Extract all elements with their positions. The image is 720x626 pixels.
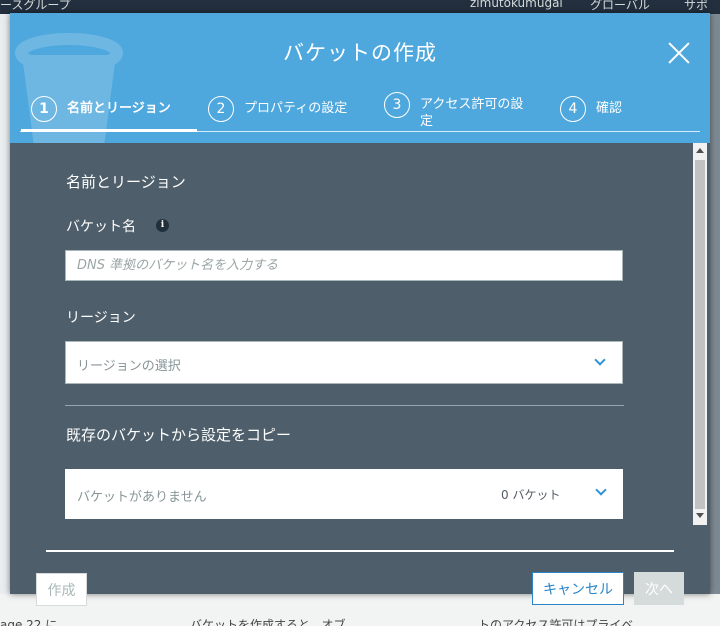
bucket-name-input[interactable] <box>65 250 623 281</box>
close-icon[interactable] <box>666 40 692 66</box>
background-user-menu: zimutokumugai <box>470 0 563 10</box>
step-review[interactable]: 4 確認 <box>560 96 622 122</box>
section-title-name-region: 名前とリージョン <box>66 173 186 191</box>
background-region-menu: グローバル <box>590 0 650 12</box>
bucket-count: 0 バケット <box>501 488 561 502</box>
step-label: アクセス許可の設 定 <box>420 96 523 130</box>
active-step-indicator <box>21 129 197 132</box>
step-label-line1: アクセス許可の設 <box>420 97 524 112</box>
step-number: 3 <box>384 92 410 118</box>
create-bucket-dialog: バケットの作成 1 名前とリージョン 2 プロパティの設定 3 アクセス許可の設… <box>10 13 710 606</box>
step-label: 確認 <box>596 101 623 116</box>
step-label-line2: 定 <box>420 114 434 129</box>
scroll-down-arrow-icon[interactable] <box>696 513 704 518</box>
region-select-value: リージョンの選択 <box>77 359 181 374</box>
step-permissions[interactable]: 3 アクセス許可の設 定 <box>384 92 523 130</box>
background-text-right: トのアクセス許可はプライベ <box>478 618 634 626</box>
bucket-name-label: バケット名 <box>66 219 136 235</box>
background-left-panel <box>0 14 10 594</box>
dialog-body <box>10 143 710 523</box>
background-support-menu: サポ <box>684 0 709 12</box>
footer-divider <box>46 550 674 552</box>
background-text-left: age 22 に <box>0 618 58 626</box>
scroll-thumb[interactable] <box>695 160 705 509</box>
step-name-and-region[interactable]: 1 名前とリージョン <box>31 96 171 122</box>
scroll-up-arrow-icon[interactable] <box>696 148 704 153</box>
background-right-panel <box>710 14 720 594</box>
section-divider <box>65 405 624 406</box>
chevron-down-icon <box>595 484 607 496</box>
background-text-mid: バケットを作成すると、オブ <box>190 618 346 626</box>
dialog-scrollbar[interactable] <box>693 143 707 525</box>
next-button[interactable]: 次へ <box>634 572 684 605</box>
region-select[interactable]: リージョンの選択 <box>65 341 623 384</box>
copy-bucket-select-value: バケットがありません <box>77 490 207 505</box>
copy-bucket-select[interactable]: バケットがありません 0 バケット <box>65 469 623 519</box>
background-topbar: ースグループ zimutokumugai グローバル サポ <box>0 0 720 14</box>
step-number: 2 <box>208 96 234 122</box>
create-button[interactable]: 作成 <box>36 573 87 606</box>
background-resource-groups: ースグループ <box>0 0 71 12</box>
step-number: 4 <box>560 96 586 122</box>
cancel-button[interactable]: キャンセル <box>532 572 624 605</box>
step-label: 名前とリージョン <box>67 101 171 116</box>
chevron-down-icon <box>594 354 606 366</box>
step-properties[interactable]: 2 プロパティの設定 <box>208 96 347 122</box>
dialog-title: バケットの作成 <box>283 41 437 65</box>
dialog-header: バケットの作成 1 名前とリージョン 2 プロパティの設定 3 アクセス許可の設… <box>10 13 710 143</box>
step-label: プロパティの設定 <box>244 101 348 116</box>
region-label: リージョン <box>66 310 136 326</box>
step-number: 1 <box>31 96 57 122</box>
copy-settings-title: 既存のバケットから設定をコピー <box>66 426 292 444</box>
info-icon[interactable]: i <box>156 219 169 232</box>
